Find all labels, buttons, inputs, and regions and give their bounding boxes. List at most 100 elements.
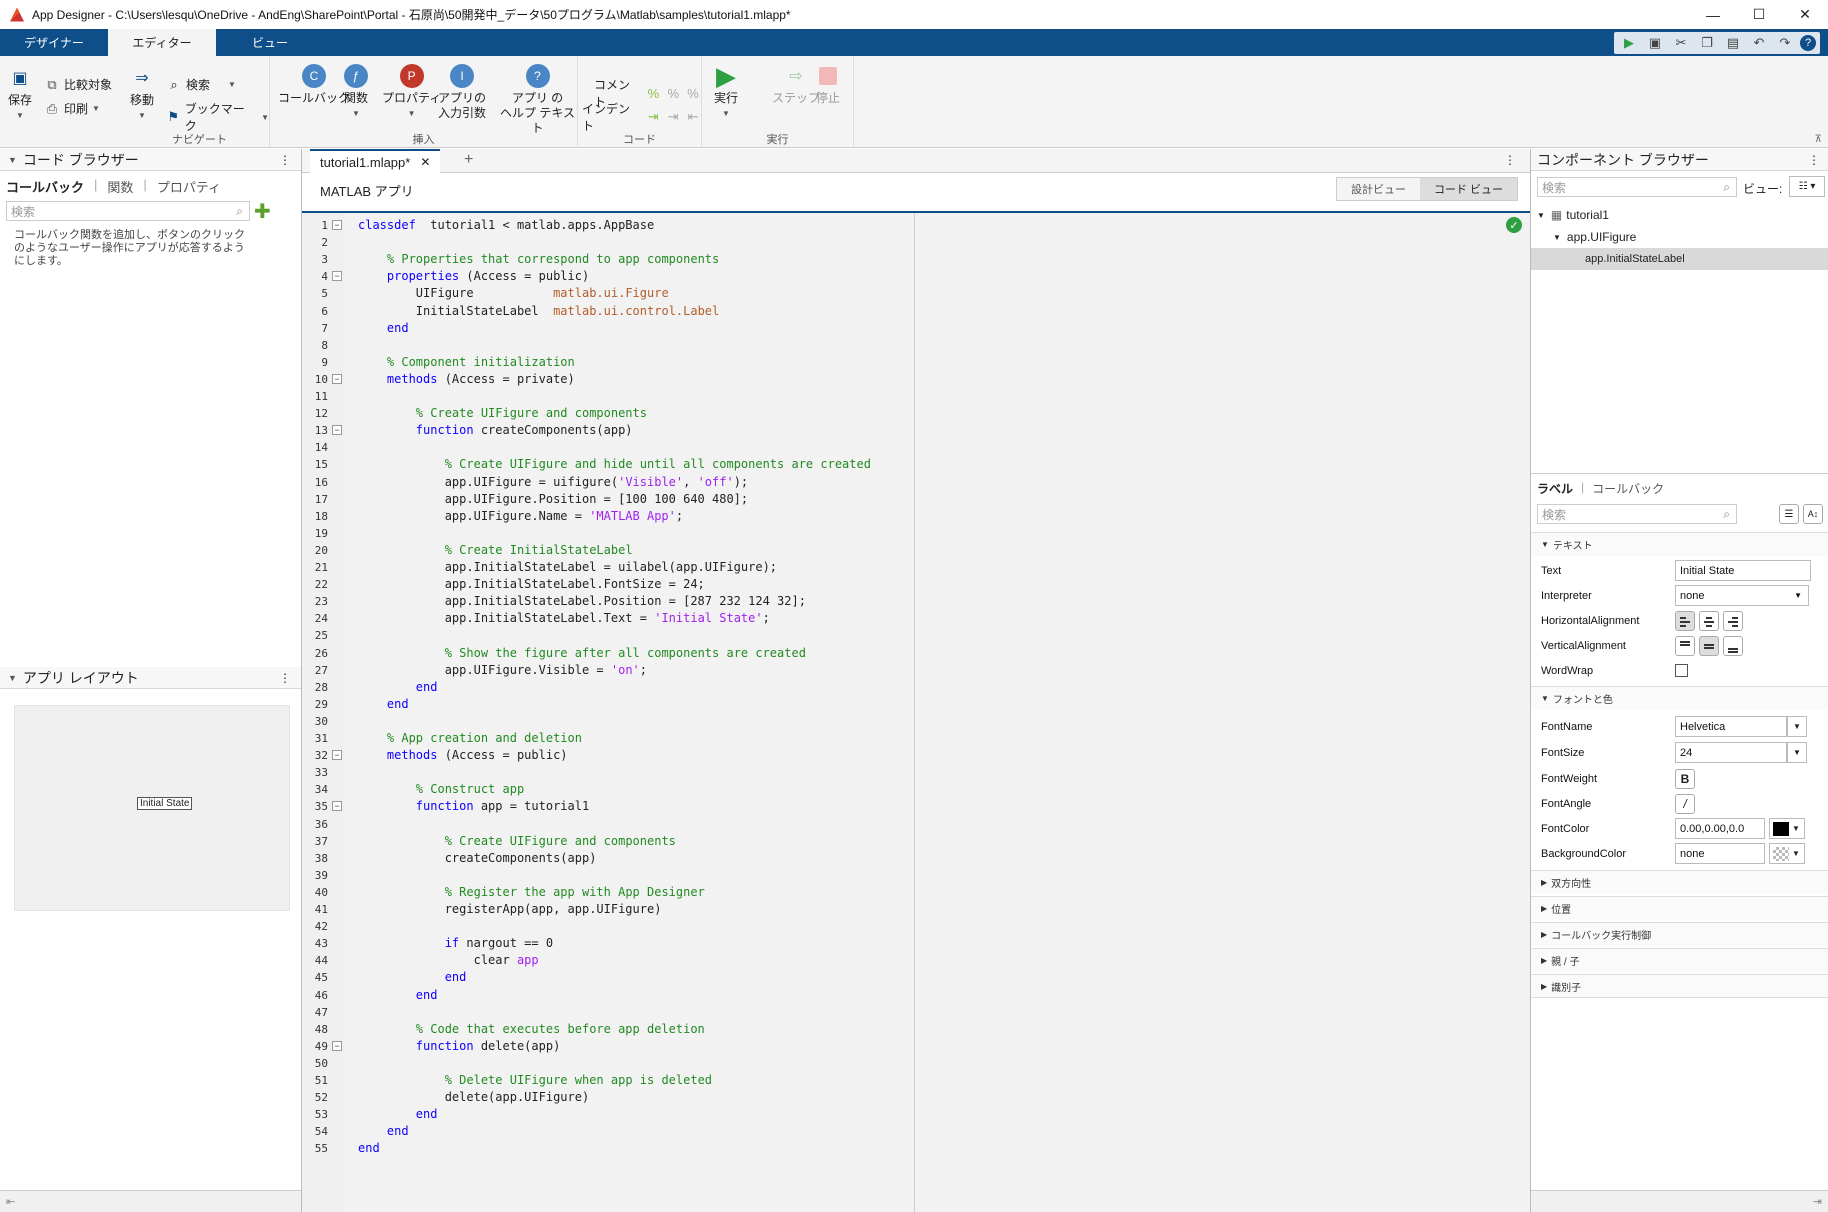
section-callback-execution[interactable]: ▶ コールバック実行制御 — [1531, 922, 1828, 946]
code-line[interactable]: % Show the figure after all components a… — [358, 645, 806, 662]
undo-icon[interactable]: ↶ — [1748, 32, 1770, 54]
expand-icon[interactable]: ▼ — [1553, 233, 1561, 242]
fontsize-field[interactable]: 24 — [1675, 742, 1787, 763]
redo-icon[interactable]: ↷ — [1774, 32, 1796, 54]
chevron-down-icon[interactable]: ▼ — [1787, 716, 1807, 737]
tab-callbacks[interactable]: コールバック — [1592, 480, 1664, 497]
code-line[interactable]: % App creation and deletion — [358, 730, 582, 747]
code-line[interactable]: properties (Access = public) — [358, 268, 589, 285]
code-line[interactable]: end — [358, 679, 438, 696]
app-layout-preview[interactable]: Initial State — [14, 705, 290, 911]
section-font-color[interactable]: ▼ フォントと色 — [1531, 686, 1828, 710]
tree-node-uifigure[interactable]: ▼ app.UIFigure — [1531, 226, 1828, 248]
collapse-ribbon-icon[interactable]: ⊼ — [1815, 134, 1822, 145]
app-help-text-button[interactable]: ? アプリ の ヘルプ テキスト — [498, 64, 577, 136]
panel-menu-icon[interactable]: ⋮ — [279, 671, 291, 685]
code-line[interactable]: % Register the app with App Designer — [358, 884, 705, 901]
component-search-input[interactable]: 検索 ⌕ — [1537, 177, 1737, 197]
section-text[interactable]: ▼ テキスト — [1531, 532, 1828, 556]
align-bottom-icon[interactable] — [1723, 635, 1743, 656]
code-line[interactable]: end — [358, 1140, 380, 1157]
run-button[interactable]: ▶ 実行 ▼ — [714, 63, 738, 121]
tab-designer[interactable]: デザイナー — [0, 29, 108, 56]
sort-icon[interactable]: A↕ — [1803, 504, 1823, 524]
code-browser-search-input[interactable]: 検索 ⌕ — [6, 201, 250, 221]
group-view-icon[interactable]: ☰ — [1779, 504, 1799, 524]
code-line[interactable]: delete(app.UIFigure) — [358, 1089, 590, 1106]
bookmark-button[interactable]: ⚑ ブックマーク ▼ — [166, 100, 269, 134]
code-line[interactable]: end — [358, 1123, 409, 1140]
scroll-start-icon[interactable]: ⇤ — [6, 1195, 15, 1208]
section-position[interactable]: ▶ 位置 — [1531, 896, 1828, 920]
align-top-icon[interactable] — [1675, 635, 1695, 656]
tab-label-properties[interactable]: ラベル — [1537, 480, 1573, 497]
close-button[interactable]: ✕ — [1782, 0, 1828, 29]
app-input-args-button[interactable]: I アプリの 入力引数 — [438, 64, 486, 121]
code-line[interactable]: app.UIFigure.Position = [100 100 640 480… — [358, 491, 748, 508]
code-line[interactable]: InitialStateLabel matlab.ui.control.Labe… — [358, 303, 719, 320]
fold-toggle-icon[interactable]: − — [332, 220, 342, 230]
code-line[interactable]: % Create InitialStateLabel — [358, 542, 633, 559]
right-scrollbar[interactable]: ⇥ — [1531, 1190, 1828, 1212]
fold-toggle-icon[interactable]: − — [332, 1040, 342, 1051]
tab-menu-icon[interactable]: ⋮ — [1504, 153, 1516, 167]
save-button[interactable]: ▣ 保存 ▼ — [8, 66, 32, 123]
design-view-button[interactable]: 設計ビュー — [1337, 178, 1420, 200]
fold-toggle-icon[interactable]: − — [332, 750, 342, 761]
code-line[interactable]: end — [358, 969, 467, 986]
wordwrap-checkbox[interactable] — [1675, 664, 1688, 677]
interpreter-select[interactable]: none ▼ — [1675, 585, 1809, 606]
code-line[interactable]: registerApp(app, app.UIFigure) — [358, 901, 662, 918]
scroll-end-icon[interactable]: ⇥ — [1813, 1195, 1822, 1208]
align-left-icon[interactable] — [1675, 610, 1695, 631]
align-middle-icon[interactable] — [1699, 635, 1719, 656]
code-line[interactable]: clear app — [358, 952, 539, 969]
section-identifiers[interactable]: ▶ 識別子 — [1531, 974, 1828, 998]
code-line[interactable]: if nargout == 0 — [358, 935, 553, 952]
document-tab[interactable]: tutorial1.mlapp* ✕ — [310, 149, 441, 173]
section-bidi[interactable]: ▶ 双方向性 — [1531, 870, 1828, 894]
code-line[interactable]: % Create UIFigure and hide until all com… — [358, 456, 871, 473]
code-line[interactable]: end — [358, 1106, 438, 1123]
code-line[interactable]: % Create UIFigure and components — [358, 833, 676, 850]
view-select[interactable]: ☷ ▾ — [1789, 176, 1825, 197]
code-line[interactable]: end — [358, 320, 409, 337]
code-line[interactable]: app.UIFigure = uifigure('Visible', 'off'… — [358, 474, 748, 491]
fontcolor-swatch[interactable]: ▼ — [1769, 818, 1805, 839]
code-line[interactable]: end — [358, 987, 438, 1004]
code-line[interactable]: app.InitialStateLabel = uilabel(app.UIFi… — [358, 559, 777, 576]
function-button[interactable]: ƒ 関数 ▼ — [344, 64, 368, 121]
stop-button[interactable]: 停止 — [816, 64, 840, 106]
run-icon[interactable]: ▶ — [1618, 32, 1640, 54]
text-field[interactable]: Initial State — [1675, 560, 1811, 581]
code-view-button[interactable]: コード ビュー — [1420, 178, 1518, 200]
code-line[interactable]: classdef tutorial1 < matlab.apps.AppBase — [358, 217, 654, 234]
code-line[interactable]: app.InitialStateLabel.Position = [287 23… — [358, 593, 806, 610]
tab-properties[interactable]: プロパティ — [157, 177, 221, 196]
code-line[interactable]: % Create UIFigure and components — [358, 405, 647, 422]
code-line[interactable]: function delete(app) — [358, 1038, 561, 1055]
add-callback-icon[interactable]: ✚ — [254, 199, 271, 224]
bold-toggle[interactable]: B — [1675, 768, 1695, 789]
tab-functions[interactable]: 関数 — [107, 177, 133, 196]
code-line[interactable]: % Properties that correspond to app comp… — [358, 251, 719, 268]
code-line[interactable]: app.UIFigure.Name = 'MATLAB App'; — [358, 508, 683, 525]
section-parent-child[interactable]: ▶ 親 / 子 — [1531, 948, 1828, 972]
tree-node-initialstatelabel[interactable]: app.InitialStateLabel — [1531, 248, 1828, 270]
help-icon[interactable]: ? — [1800, 35, 1816, 51]
code-editor[interactable]: 1−2 3 4−5 6 7 8 9 10−11 12 13−14 15 16 17 18 19 20 21 22 2… — [302, 211, 1530, 1212]
indent-button[interactable]: インデント ⇥ ⇥ ⇤ — [582, 100, 701, 134]
fold-toggle-icon[interactable]: − — [332, 425, 342, 436]
code-line[interactable]: end — [358, 696, 409, 713]
italic-toggle[interactable]: / — [1675, 793, 1695, 814]
paste-icon[interactable]: ▤ — [1722, 32, 1744, 54]
code-line[interactable]: % Construct app — [358, 781, 524, 798]
code-line[interactable]: function createComponents(app) — [358, 422, 633, 439]
panel-menu-icon[interactable]: ⋮ — [1808, 153, 1820, 167]
collapse-icon[interactable]: ▼ — [8, 155, 17, 165]
fontname-field[interactable]: Helvetica — [1675, 716, 1787, 737]
cut-icon[interactable]: ✂ — [1670, 32, 1692, 54]
code-line[interactable]: app.InitialStateLabel.Text = 'Initial St… — [358, 610, 770, 627]
search-button[interactable]: ⌕ 検索 ▼ — [166, 76, 236, 93]
tab-editor[interactable]: エディター — [108, 29, 216, 56]
